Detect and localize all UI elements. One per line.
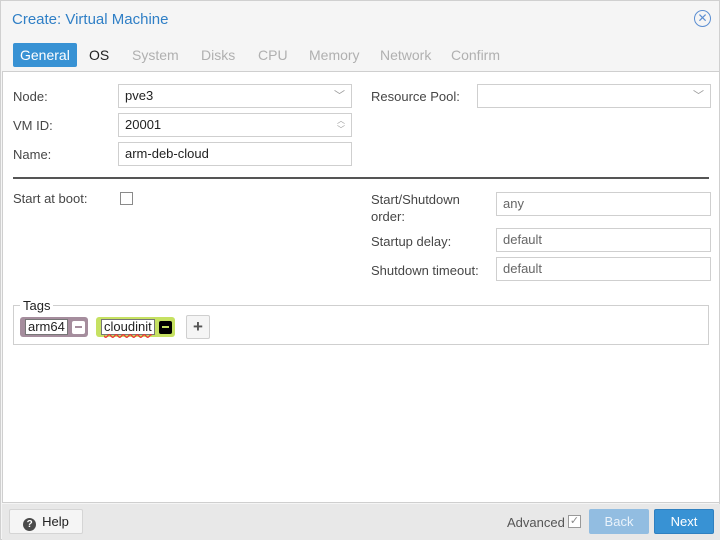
startup-order-input[interactable]: any bbox=[496, 192, 711, 216]
tag-cloudinit[interactable]: cloudinit bbox=[96, 317, 175, 337]
dialog-title: Create: Virtual Machine bbox=[12, 11, 169, 28]
tab-cpu[interactable]: CPU bbox=[251, 43, 295, 67]
next-button[interactable]: Next bbox=[654, 509, 714, 534]
tab-os[interactable]: OS bbox=[82, 43, 116, 67]
startup-delay-input[interactable]: default bbox=[496, 228, 711, 252]
tag-text[interactable]: arm64 bbox=[25, 319, 68, 335]
chevron-down-icon[interactable]: ﹀ bbox=[693, 85, 704, 107]
resource-pool-label: Resource Pool: bbox=[371, 89, 460, 104]
help-label: Help bbox=[42, 514, 69, 529]
startup-delay-placeholder: default bbox=[503, 232, 543, 247]
resource-pool-select[interactable]: ﹀ bbox=[477, 84, 711, 108]
advanced-label: Advanced bbox=[507, 515, 565, 530]
question-circle-icon: ? bbox=[23, 518, 37, 531]
startup-order-placeholder: any bbox=[503, 196, 524, 211]
help-button[interactable]: ? Help bbox=[9, 509, 83, 534]
tab-confirm[interactable]: Confirm bbox=[444, 43, 507, 67]
spinner-icon[interactable]: ︿ ﹀ bbox=[336, 116, 346, 134]
startup-delay-label: Startup delay: bbox=[371, 234, 452, 249]
advanced-checkbox[interactable]: ✓ bbox=[568, 515, 581, 528]
add-tag-button[interactable]: + bbox=[186, 315, 210, 339]
tag-arm64[interactable]: arm64 bbox=[20, 317, 88, 337]
tags-fieldset: Tags arm64 cloudinit + bbox=[13, 298, 709, 345]
shutdown-timeout-label: Shutdown timeout: bbox=[371, 263, 479, 278]
general-panel: Node: pve3 ﹀ VM ID: 20001 ︿ ﹀ Name: arm-d… bbox=[2, 71, 720, 503]
chevron-down-icon[interactable]: ﹀ bbox=[334, 85, 345, 107]
tag-text[interactable]: cloudinit bbox=[101, 319, 155, 335]
tab-system[interactable]: System bbox=[125, 43, 186, 67]
tab-general[interactable]: General bbox=[13, 43, 77, 67]
vmid-value: 20001 bbox=[125, 117, 162, 132]
vmid-input[interactable]: 20001 ︿ ﹀ bbox=[118, 113, 352, 137]
close-icon[interactable]: ✕ bbox=[694, 10, 711, 27]
node-value: pve3 bbox=[125, 88, 154, 103]
vmid-label: VM ID: bbox=[13, 118, 53, 133]
tab-memory[interactable]: Memory bbox=[302, 43, 367, 67]
start-at-boot-checkbox[interactable] bbox=[120, 192, 133, 205]
create-vm-dialog: Create: Virtual Machine ✕ General OS Sys… bbox=[0, 0, 720, 540]
startup-order-label-line2: order: bbox=[371, 209, 405, 224]
name-value: arm-deb-cloud bbox=[125, 146, 209, 161]
name-label: Name: bbox=[13, 147, 52, 162]
section-divider bbox=[13, 177, 709, 179]
back-button[interactable]: Back bbox=[589, 509, 649, 534]
shutdown-timeout-input[interactable]: default bbox=[496, 257, 711, 281]
startup-order-label-line1: Start/Shutdown bbox=[371, 192, 460, 207]
tags-legend: Tags bbox=[20, 298, 54, 313]
remove-tag-icon[interactable] bbox=[71, 320, 85, 334]
start-at-boot-label: Start at boot: bbox=[13, 191, 88, 206]
tab-disks[interactable]: Disks bbox=[194, 43, 242, 67]
node-select[interactable]: pve3 ﹀ bbox=[118, 84, 352, 108]
shutdown-timeout-placeholder: default bbox=[503, 261, 543, 276]
dialog-footer: ? Help Advanced ✓ Back Next bbox=[2, 504, 720, 540]
startup-order-label: Start/Shutdown order: bbox=[371, 191, 460, 225]
remove-tag-icon[interactable] bbox=[158, 320, 172, 334]
node-label: Node: bbox=[13, 89, 48, 104]
tab-network[interactable]: Network bbox=[373, 43, 438, 67]
name-input[interactable]: arm-deb-cloud bbox=[118, 142, 352, 166]
